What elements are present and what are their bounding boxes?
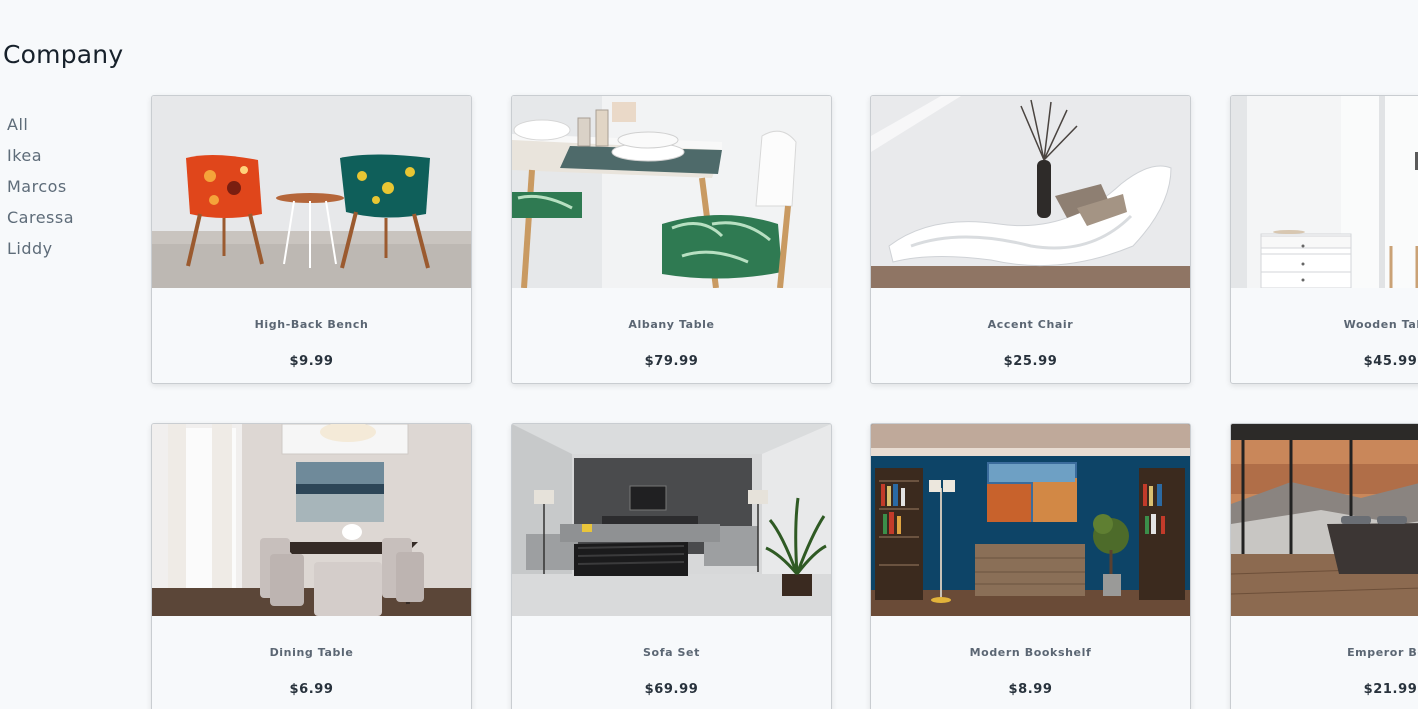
filter-liddy-button[interactable]: Liddy	[7, 238, 74, 260]
wooden-table-photo	[1231, 96, 1418, 288]
product-price: $8.99	[1008, 682, 1053, 697]
company-heading: Company	[3, 40, 124, 69]
bookshelf-room-photo	[871, 424, 1190, 616]
filter-all-button[interactable]: All	[7, 114, 74, 136]
product-image	[871, 96, 1190, 288]
product-card[interactable]: Sofa Set $69.99	[511, 423, 832, 709]
chairs-photo	[152, 96, 471, 288]
product-card[interactable]: Albany Table $79.99	[511, 95, 832, 384]
product-price: $69.99	[644, 682, 699, 697]
product-image	[512, 424, 831, 616]
product-price: $45.99	[1363, 354, 1418, 369]
product-card[interactable]: Accent Chair $25.99	[870, 95, 1191, 384]
product-price: $79.99	[644, 354, 699, 369]
product-name: Dining Table	[269, 646, 354, 659]
product-name: Sofa Set	[643, 646, 700, 659]
product-name: Albany Table	[628, 318, 715, 331]
dining-room-photo	[152, 424, 471, 616]
product-card[interactable]: Emperor Bed $21.99	[1230, 423, 1418, 709]
product-image	[152, 96, 471, 288]
product-image	[1231, 424, 1418, 616]
company-filter-list: All Ikea Marcos Caressa Liddy	[7, 114, 74, 260]
product-card[interactable]: High-Back Bench $9.99	[151, 95, 472, 384]
product-image	[1231, 96, 1418, 288]
product-name: Emperor Bed	[1347, 646, 1418, 659]
filter-marcos-button[interactable]: Marcos	[7, 176, 74, 198]
product-name: Wooden Table	[1343, 318, 1418, 331]
dining-photo	[512, 96, 831, 288]
bedroom-photo	[1231, 424, 1418, 616]
living-room-photo	[512, 424, 831, 616]
product-card[interactable]: Dining Table $6.99	[151, 423, 472, 709]
product-name: High-Back Bench	[254, 318, 369, 331]
product-card[interactable]: Wooden Table $45.99	[1230, 95, 1418, 384]
filter-caressa-button[interactable]: Caressa	[7, 207, 74, 229]
product-price: $21.99	[1363, 682, 1418, 697]
product-name: Accent Chair	[987, 318, 1074, 331]
product-name: Modern Bookshelf	[969, 646, 1092, 659]
product-image	[512, 96, 831, 288]
product-image	[871, 424, 1190, 616]
product-price: $25.99	[1003, 354, 1058, 369]
product-image	[152, 424, 471, 616]
product-card[interactable]: Modern Bookshelf $8.99	[870, 423, 1191, 709]
filter-ikea-button[interactable]: Ikea	[7, 145, 74, 167]
product-price: $6.99	[289, 682, 334, 697]
product-price: $9.99	[289, 354, 334, 369]
lounge-chair-photo	[871, 96, 1190, 288]
page: Company All Ikea Marcos Caressa Liddy Hi…	[0, 0, 1418, 709]
